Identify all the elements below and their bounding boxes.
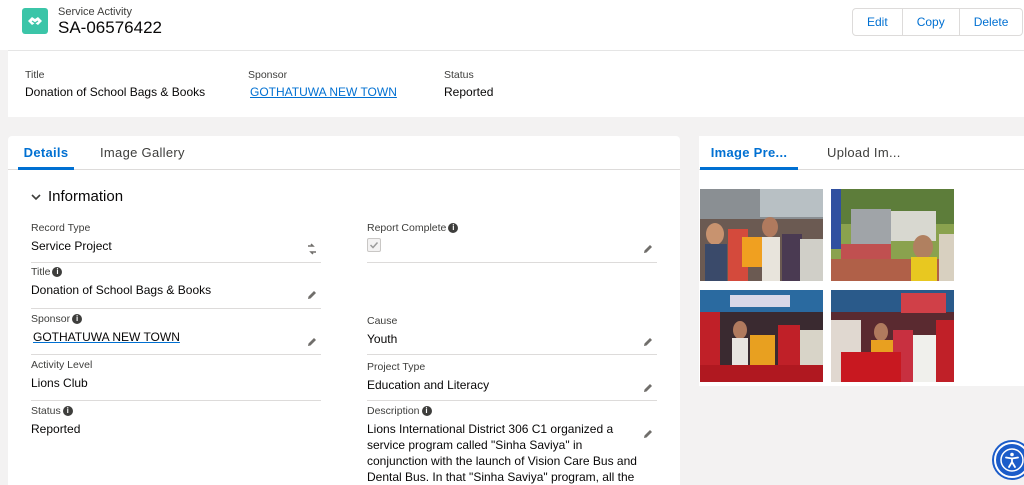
- image-tabs: Image Pre... Upload Im...: [699, 136, 1024, 170]
- accessibility-button[interactable]: [994, 442, 1024, 478]
- field-label-row: Title i: [31, 266, 321, 278]
- highlight-title-value: Donation of School Bags & Books: [25, 85, 206, 99]
- field-project-type: Project Type Education and Literacy: [367, 361, 657, 401]
- field-label: Activity Level: [31, 359, 93, 371]
- field-divider: [367, 400, 657, 401]
- highlights-panel: Title Donation of School Bags & Books Sp…: [8, 50, 1024, 117]
- field-label: Project Type: [367, 361, 426, 373]
- change-record-type-icon[interactable]: [305, 242, 319, 256]
- pencil-icon[interactable]: [305, 335, 319, 349]
- tab-image-preview[interactable]: Image Pre...: [700, 136, 798, 170]
- field-value: Lions International District 306 C1 orga…: [367, 422, 637, 484]
- field-sponsor: Sponsor i GOTHATUWA NEW TOWN: [31, 313, 321, 355]
- field-value: Youth: [367, 332, 398, 346]
- field-divider: [31, 308, 321, 309]
- field-label: Description: [367, 405, 420, 417]
- field-label-row: Report Complete i: [367, 222, 657, 234]
- copy-button[interactable]: Copy: [901, 9, 959, 35]
- field-label: Sponsor: [31, 313, 71, 325]
- edit-button[interactable]: Edit: [853, 9, 902, 35]
- report-complete-checkbox: [367, 238, 381, 252]
- field-label-row: Status i: [31, 405, 321, 417]
- field-value: Reported: [31, 422, 81, 436]
- info-icon[interactable]: i: [72, 314, 83, 324]
- field-value: Donation of School Bags & Books: [31, 283, 212, 297]
- action-button-group: Edit Copy Delete: [852, 8, 1024, 36]
- handshake-icon: [22, 8, 48, 34]
- gallery-image[interactable]: [831, 290, 954, 382]
- details-tabs: Details Image Gallery: [8, 136, 680, 170]
- info-icon[interactable]: i: [421, 406, 432, 416]
- field-cause: Cause Youth: [367, 315, 657, 355]
- highlight-sponsor-link[interactable]: GOTHATUWA NEW TOWN: [250, 85, 397, 99]
- field-divider: [31, 354, 321, 355]
- info-icon[interactable]: i: [52, 267, 63, 277]
- object-type-label: Service Activity: [58, 6, 132, 18]
- pencil-icon[interactable]: [641, 381, 655, 395]
- field-record-type: Record Type Service Project: [31, 222, 321, 263]
- field-report-complete: Report Complete i: [367, 222, 657, 263]
- field-status: Status i Reported: [31, 405, 321, 485]
- pencil-icon[interactable]: [641, 335, 655, 349]
- pencil-icon[interactable]: [305, 288, 319, 302]
- field-activity-level: Activity Level Lions Club: [31, 359, 321, 401]
- section-title: Information: [48, 188, 124, 205]
- highlight-status: Status Reported: [444, 69, 493, 99]
- checkmark-icon: [369, 241, 379, 249]
- field-description: Description i Lions International Distri…: [367, 405, 657, 485]
- field-label-row: Sponsor i: [31, 313, 321, 325]
- tab-image-gallery[interactable]: Image Gallery: [100, 136, 185, 170]
- field-divider: [367, 354, 657, 355]
- highlight-title: Title Donation of School Bags & Books: [25, 69, 205, 99]
- info-icon[interactable]: i: [62, 406, 73, 416]
- field-divider: [31, 262, 321, 263]
- highlight-status-label: Status: [444, 69, 474, 81]
- gallery-image[interactable]: [700, 290, 823, 382]
- accessibility-icon: [1000, 448, 1024, 472]
- information-section-toggle[interactable]: Information: [30, 188, 123, 205]
- gallery-image[interactable]: [831, 189, 954, 281]
- gallery-image[interactable]: [700, 189, 823, 281]
- field-divider: [31, 400, 321, 401]
- tab-details[interactable]: Details: [18, 136, 74, 170]
- field-title: Title i Donation of School Bags & Books: [31, 266, 321, 309]
- field-label: Report Complete: [367, 222, 447, 234]
- image-preview-card: Image Pre... Upload Im...: [699, 136, 1024, 386]
- highlight-title-label: Title: [25, 69, 45, 81]
- highlight-sponsor-label: Sponsor: [248, 69, 288, 81]
- pencil-icon[interactable]: [641, 427, 655, 441]
- record-name: SA-06576422: [58, 18, 162, 37]
- highlight-sponsor: Sponsor GOTHATUWA NEW TOWN: [248, 69, 397, 99]
- details-card: Details Image Gallery Information Record…: [8, 136, 680, 485]
- field-label: Record Type: [31, 222, 91, 234]
- field-label: Cause: [367, 315, 398, 327]
- info-icon[interactable]: i: [448, 223, 459, 233]
- sponsor-link[interactable]: GOTHATUWA NEW TOWN: [33, 329, 321, 345]
- field-value: Lions Club: [31, 376, 88, 390]
- field-label: Title: [31, 266, 51, 278]
- tab-upload-image[interactable]: Upload Im...: [827, 136, 901, 170]
- field-label: Status: [31, 405, 61, 417]
- record-header: Service Activity SA-06576422 Edit Copy D…: [0, 0, 1024, 50]
- delete-button[interactable]: Delete: [958, 9, 1023, 35]
- chevron-down-icon: [31, 193, 41, 200]
- field-value: Service Project: [31, 239, 112, 253]
- highlight-status-value: Reported: [444, 85, 494, 99]
- field-value: Education and Literacy: [367, 378, 490, 392]
- field-divider: [367, 262, 657, 263]
- field-label-row: Description i: [367, 405, 657, 417]
- pencil-icon[interactable]: [641, 242, 655, 256]
